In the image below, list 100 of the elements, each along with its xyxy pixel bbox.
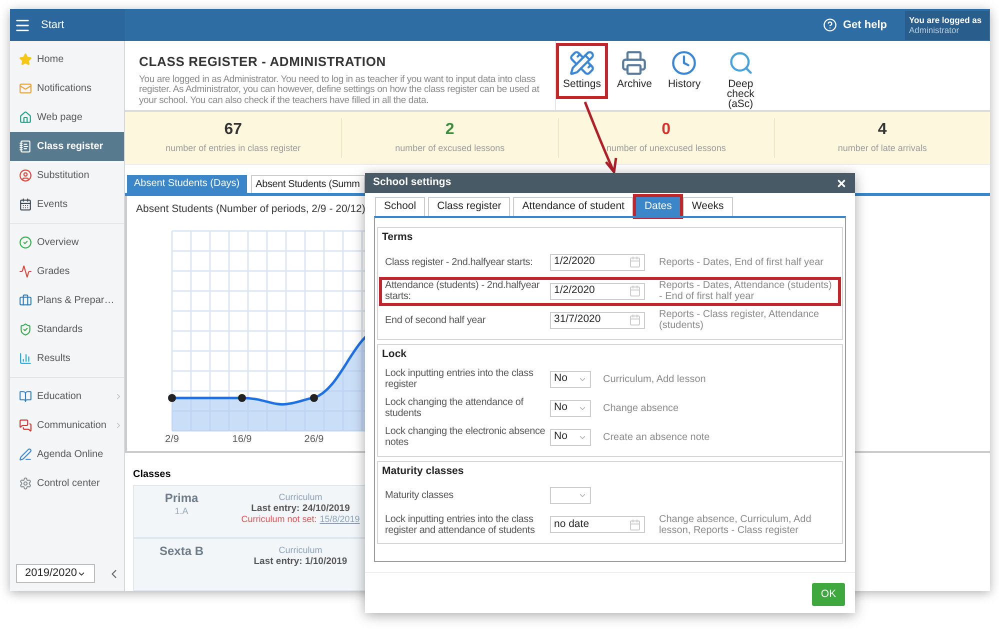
toolbar-button[interactable]: Settings — [556, 43, 608, 99]
sidebar-item[interactable]: Home — [10, 45, 124, 74]
sidebar-item[interactable]: Results — [10, 344, 124, 373]
bar-chart-icon — [19, 352, 32, 365]
stat-label: number of excused lessons — [395, 142, 505, 155]
stat-value: 4 — [878, 120, 887, 139]
sidebar-item[interactable]: Overview — [10, 228, 124, 257]
login-label: You are logged as — [909, 15, 983, 25]
select-field[interactable] — [550, 487, 591, 504]
sidebar-item[interactable]: Events — [10, 190, 124, 219]
sidebar-item[interactable]: Grades — [10, 257, 124, 286]
setting-note: Reports - Dates, End of first half year — [659, 256, 824, 268]
settings-tab[interactable]: Class register — [428, 197, 510, 216]
sidebar-item[interactable]: Control center — [10, 469, 124, 498]
calendar-icon — [629, 256, 641, 268]
stat-label: number of late arrivals — [838, 142, 927, 155]
setting-label: End of second half year — [385, 314, 486, 326]
date-field[interactable]: 1/2/2020 — [550, 282, 645, 300]
settings-tab[interactable]: School — [375, 197, 426, 216]
notebook-icon — [19, 140, 32, 153]
class-code: 1.A — [174, 505, 188, 518]
axis-label: 16/9 — [232, 432, 252, 447]
curriculum-label: Curriculum — [278, 545, 322, 556]
envelope-icon — [19, 82, 32, 95]
chart-tab[interactable]: Absent Students (Summ — [250, 174, 365, 193]
section-heading: Lock — [382, 346, 408, 362]
setting-label: Lock changing the electronic absence notes — [385, 426, 546, 448]
year-select[interactable]: 2019/2020 — [16, 564, 95, 583]
axis-label: 26/9 — [304, 432, 324, 447]
stat-value: 67 — [224, 120, 242, 139]
stat-value: 0 — [662, 120, 671, 139]
page-title: CLASS REGISTER - ADMINISTRATION — [139, 53, 387, 71]
toolbar-button[interactable]: History — [660, 43, 708, 92]
date-field[interactable]: 1/2/2020 — [550, 254, 645, 271]
class-name: Prima — [164, 492, 198, 505]
calendar-icon — [629, 285, 641, 298]
calendar-icon — [629, 518, 641, 531]
printer-icon — [621, 50, 648, 76]
start-label[interactable]: Start — [41, 16, 64, 34]
sidebar-item[interactable]: Class register — [10, 132, 124, 161]
date-field[interactable]: no date — [550, 516, 645, 534]
last-entry: Last entry: 1/10/2019 — [254, 556, 348, 567]
search-icon — [728, 50, 754, 76]
dialog-title: School settings — [373, 175, 452, 190]
help-link[interactable]: Get help — [842, 16, 887, 34]
chart-tab[interactable]: Absent Students (Days) — [127, 174, 247, 193]
briefcase-icon — [19, 294, 32, 307]
setting-label: Class register - 2nd.halfyear starts: — [385, 256, 534, 268]
setting-label: Lock changing the attendance of students — [385, 397, 524, 419]
setting-note: Reports - Dates, Attendance (students) - End of first half year — [659, 280, 833, 302]
settings-icon — [19, 477, 32, 490]
section-heading: Terms — [382, 230, 414, 245]
setting-note: Create an absence note — [603, 432, 710, 442]
select-field[interactable]: No — [550, 370, 591, 388]
setting-note: Reports - Class register, Attendance (students) — [659, 309, 820, 332]
stat-value: 2 — [445, 120, 454, 139]
person-icon — [19, 169, 32, 182]
toolbar-button[interactable]: Archive — [610, 43, 659, 92]
setting-label: Attendance (students) - 2nd.halfyear starts: — [385, 280, 541, 302]
pencil-ruler-icon — [568, 50, 595, 76]
toolbar-button[interactable]: Deep check (aSc) — [710, 43, 772, 112]
help-icon[interactable] — [822, 18, 837, 32]
setting-note: Change absence — [603, 402, 679, 414]
stat-label: number of unexcused lessons — [606, 142, 726, 155]
close-icon[interactable] — [836, 178, 847, 188]
sidebar-item[interactable]: Education — [10, 382, 124, 411]
sidebar-item[interactable]: Web page — [10, 103, 124, 132]
sidebar-item[interactable]: Standards — [10, 315, 124, 344]
clock-icon — [671, 50, 698, 76]
sidebar-item[interactable]: Substitution — [10, 161, 124, 190]
select-field[interactable]: No — [550, 428, 591, 446]
chart-title: Absent Students (Number of periods, 2/9 - 20/12) — [136, 202, 366, 217]
data-point — [238, 394, 246, 402]
sidebar-item[interactable]: Notifications — [10, 74, 124, 103]
page-description: You are logged in as Administrator. You need to log in as teacher if you want to input data into class register. As Administrator, you can however, define settings on how the class register can be used at your school. You can also check if the teachers have filled in all the data. — [139, 74, 540, 106]
pen-icon — [19, 448, 32, 461]
star-icon — [19, 53, 32, 66]
data-point — [310, 394, 318, 402]
data-point — [168, 394, 176, 402]
date-field[interactable]: 31/7/2020 — [550, 312, 645, 329]
settings-tab[interactable]: Weeks — [682, 197, 733, 216]
login-user: Administrator — [909, 25, 960, 35]
curriculum-label: Curriculum — [278, 492, 322, 503]
stat-label: number of entries in class register — [166, 142, 301, 155]
select-field[interactable]: No — [550, 400, 591, 416]
setting-note: Change absence, Curriculum, Add lesson, Reports - Class register — [659, 514, 812, 536]
classes-heading: Classes — [133, 468, 171, 482]
axis-label: 2/9 — [165, 432, 179, 447]
house-icon — [19, 111, 32, 124]
setting-label: Lock inputting entries into the class register — [385, 368, 534, 390]
setting-note: Curriculum, Add lesson — [603, 374, 706, 384]
setting-label: Lock inputting entries into the class register and attendance of students — [385, 514, 536, 536]
shield-icon — [19, 323, 32, 336]
sidebar-item[interactable]: Communication — [10, 411, 124, 440]
section-heading: Maturity classes — [382, 464, 465, 478]
settings-tab[interactable]: Dates — [636, 197, 680, 216]
sidebar-item[interactable]: Plans & Prepar… — [10, 286, 124, 315]
settings-tab[interactable]: Attendance of student — [513, 197, 634, 216]
sidebar-item[interactable]: Agenda Online — [10, 440, 124, 469]
curriculum-warning: Curriculum not set: — [241, 514, 317, 525]
